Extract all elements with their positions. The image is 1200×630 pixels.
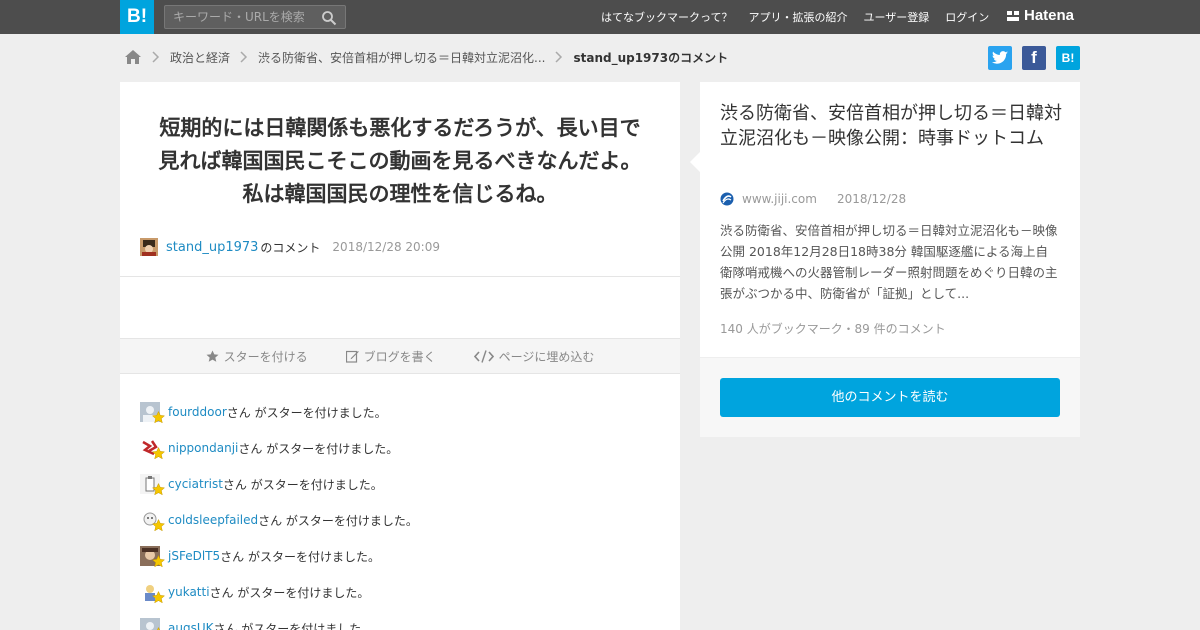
- star-list: fourddoor さん がスターを付けました。 nippondanji さん がス…: [140, 394, 418, 630]
- list-item: yukatti さん がスターを付けました。: [140, 574, 418, 610]
- nav-register[interactable]: ユーザー登録: [863, 9, 929, 25]
- star-icon: [152, 447, 165, 460]
- entry-description: 渋る防衛省、安倍首相が押し切る＝日韓対立泥沼化も－映像公開 2018年12月28…: [720, 223, 1058, 301]
- breadcrumb: 政治と経済 渋る防衛省、安倍首相が押し切る＝日韓対立泥沼化... stand_u…: [124, 46, 728, 68]
- comment-text: 短期的には日韓関係も悪化するだろうが、長い目で見れば韓国国民こそこの動画を見るべ…: [158, 116, 642, 206]
- list-item: fourddoor さん がスターを付けました。: [140, 394, 418, 430]
- write-blog-label: ブログを書く: [363, 349, 436, 364]
- avatar[interactable]: [140, 438, 165, 460]
- comment-panel: 短期的には日韓関係も悪化するだろうが、長い目で見れば韓国国民こそこの動画を見るべ…: [120, 82, 680, 630]
- list-item: jSFeDlT5 さん がスターを付けました。: [140, 538, 418, 574]
- star-icon: [206, 350, 219, 362]
- breadcrumb-entry[interactable]: 渋る防衛省、安倍首相が押し切る＝日韓対立泥沼化...: [258, 49, 545, 66]
- hatena-bookmark-logo[interactable]: B!: [120, 0, 154, 34]
- read-more-comments-button[interactable]: 他のコメントを読む: [720, 378, 1060, 417]
- list-item: augsUK さん がスターを付けました。: [140, 610, 418, 630]
- search-input[interactable]: [165, 6, 315, 28]
- star-user-name[interactable]: coldsleepfailed: [168, 513, 258, 527]
- avatar[interactable]: [140, 402, 165, 424]
- star-icon: [152, 591, 165, 604]
- avatar[interactable]: [140, 546, 165, 568]
- entry-panel: 渋る防衛省、安倍首相が押し切る＝日韓対立泥沼化も－映像公開：時事ドットコム ww…: [690, 82, 1080, 437]
- entry-date: 2018/12/28: [836, 192, 907, 206]
- edit-icon: [345, 350, 359, 363]
- embed-button[interactable]: ページに埋め込む: [473, 348, 595, 365]
- comment-author-line: stand_up1973 のコメント 2018/12/28 20:09: [140, 238, 440, 256]
- comment-author-suffix: のコメント: [260, 240, 321, 255]
- star-message: さん がスターを付けました。: [258, 513, 418, 528]
- facebook-icon: f: [1031, 48, 1037, 67]
- star-icon: [152, 519, 165, 532]
- avatar[interactable]: [140, 618, 160, 630]
- code-icon: [473, 349, 494, 363]
- entry-meta: www.jiji.com 2018/12/28: [720, 192, 906, 206]
- star-user-name[interactable]: fourddoor: [168, 405, 227, 419]
- home-icon[interactable]: [124, 48, 142, 66]
- write-blog-button[interactable]: ブログを書く: [345, 348, 436, 365]
- breadcrumb-category[interactable]: 政治と経済: [170, 49, 230, 66]
- divider: [120, 276, 680, 277]
- comment-author-name[interactable]: stand_up1973: [166, 240, 258, 255]
- star-message: さん がスターを付けました。: [220, 549, 380, 564]
- star-message: さん がスターを付けました。: [209, 585, 370, 600]
- bookmark-share-button[interactable]: B!: [1056, 46, 1080, 70]
- star-icon: [152, 483, 165, 496]
- avatar[interactable]: [140, 474, 165, 496]
- star-message: さん がスターを付けました。: [238, 441, 399, 456]
- star-user-name[interactable]: jSFeDlT5: [168, 549, 220, 563]
- site-favicon-icon: [720, 192, 734, 206]
- star-message: さん がスターを付けました。: [226, 405, 387, 420]
- list-item: cyciatrist さん がスターを付けました。: [140, 466, 418, 502]
- comment-date[interactable]: 2018/12/28 20:09: [332, 240, 440, 254]
- star-user-name[interactable]: nippondanji: [168, 441, 238, 455]
- search-box[interactable]: [164, 5, 346, 29]
- hatena-brand[interactable]: Hatena: [1006, 7, 1074, 24]
- search-icon[interactable]: [321, 10, 337, 26]
- embed-label: ページに埋め込む: [498, 349, 595, 364]
- entry-footer: 他のコメントを読む: [700, 357, 1080, 437]
- list-item: nippondanji さん がスターを付けました。: [140, 430, 418, 466]
- entry-stats[interactable]: 140 人がブックマーク・89 件のコメント: [720, 320, 946, 337]
- nav-about[interactable]: はてなブックマークって？: [601, 9, 732, 25]
- star-message: さん がスターを付けました。: [213, 621, 374, 630]
- avatar[interactable]: [140, 582, 165, 604]
- star-user-name[interactable]: augsUK: [168, 621, 213, 630]
- facebook-share-button[interactable]: f: [1022, 46, 1046, 70]
- twitter-icon: [992, 51, 1008, 64]
- star-message: さん がスターを付けました。: [222, 477, 383, 492]
- chevron-right-icon: [152, 51, 160, 63]
- twitter-share-button[interactable]: [988, 46, 1012, 70]
- star-icon: [152, 411, 165, 424]
- comment-actions: スターを付ける ブログを書く ページに埋め込む: [120, 338, 680, 374]
- star-user-name[interactable]: cyciatrist: [168, 477, 223, 491]
- add-star-label: スターを付ける: [223, 349, 308, 364]
- entry-domain[interactable]: www.jiji.com: [742, 192, 817, 206]
- hatena-brand-label: Hatena: [1024, 7, 1075, 24]
- nav-login[interactable]: ログイン: [945, 9, 989, 25]
- add-star-button[interactable]: スターを付ける: [206, 348, 308, 365]
- nav-apps[interactable]: アプリ・拡張の紹介: [748, 9, 847, 25]
- entry-title[interactable]: 渋る防衛省、安倍首相が押し切る＝日韓対立泥沼化も－映像公開：時事ドットコム: [720, 101, 1065, 151]
- star-icon: [152, 555, 165, 568]
- avatar[interactable]: [140, 510, 165, 532]
- hatena-mark-icon: [1007, 10, 1019, 21]
- avatar[interactable]: [140, 238, 158, 256]
- list-item: coldsleepfailed さん がスターを付けました。: [140, 502, 418, 538]
- chevron-right-icon: [555, 51, 563, 63]
- top-bar: B! はてなブックマークって？ アプリ・拡張の紹介 ユーザー登録 ログイン Ha…: [0, 0, 1200, 34]
- chevron-right-icon: [240, 51, 248, 63]
- hatena-bookmark-icon: B!: [1061, 51, 1075, 65]
- star-user-name[interactable]: yukatti: [168, 585, 210, 599]
- breadcrumb-current: stand_up1973のコメント: [573, 50, 729, 65]
